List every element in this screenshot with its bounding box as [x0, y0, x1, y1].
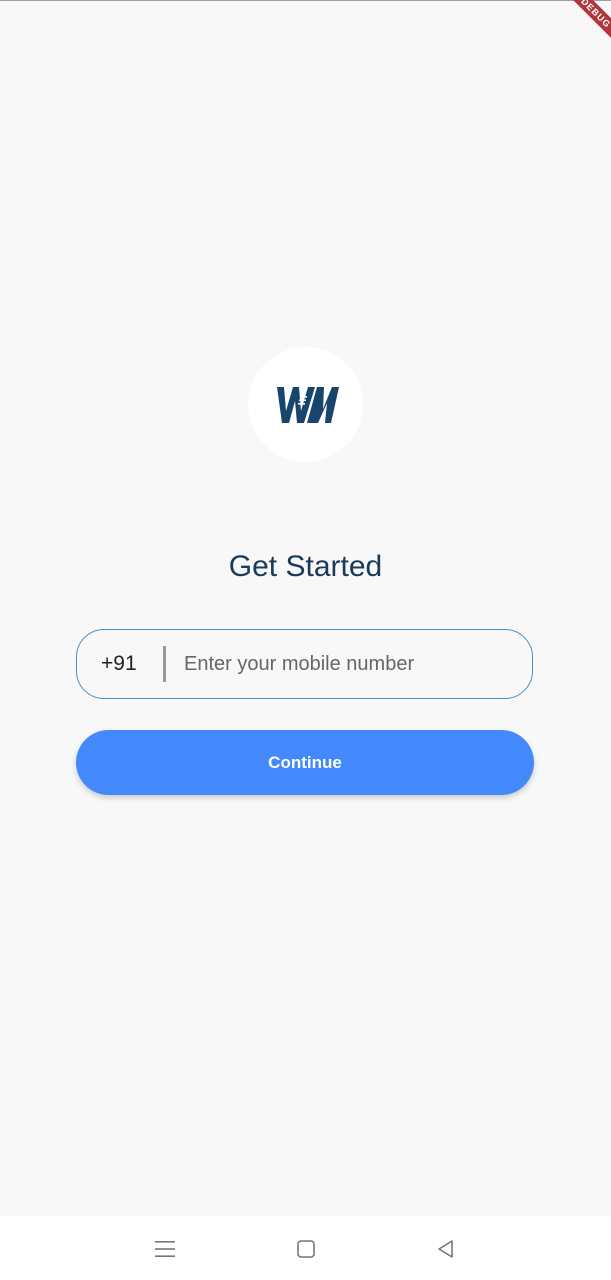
mobile-number-field[interactable]: +91	[76, 629, 533, 699]
page-title: Get Started	[228, 550, 383, 583]
continue-button[interactable]: Continue	[76, 730, 534, 795]
back-triangle-icon[interactable]	[431, 1234, 461, 1264]
home-square-icon[interactable]	[291, 1234, 321, 1264]
mobile-number-input[interactable]	[166, 633, 532, 695]
app-logo	[248, 347, 363, 462]
menu-icon[interactable]	[150, 1234, 180, 1264]
country-code[interactable]: +91	[77, 652, 163, 676]
debug-banner: DEBUG	[559, 0, 611, 50]
top-divider	[0, 0, 611, 1]
wm-logo-icon	[276, 386, 339, 423]
system-nav-bar	[0, 1216, 611, 1280]
